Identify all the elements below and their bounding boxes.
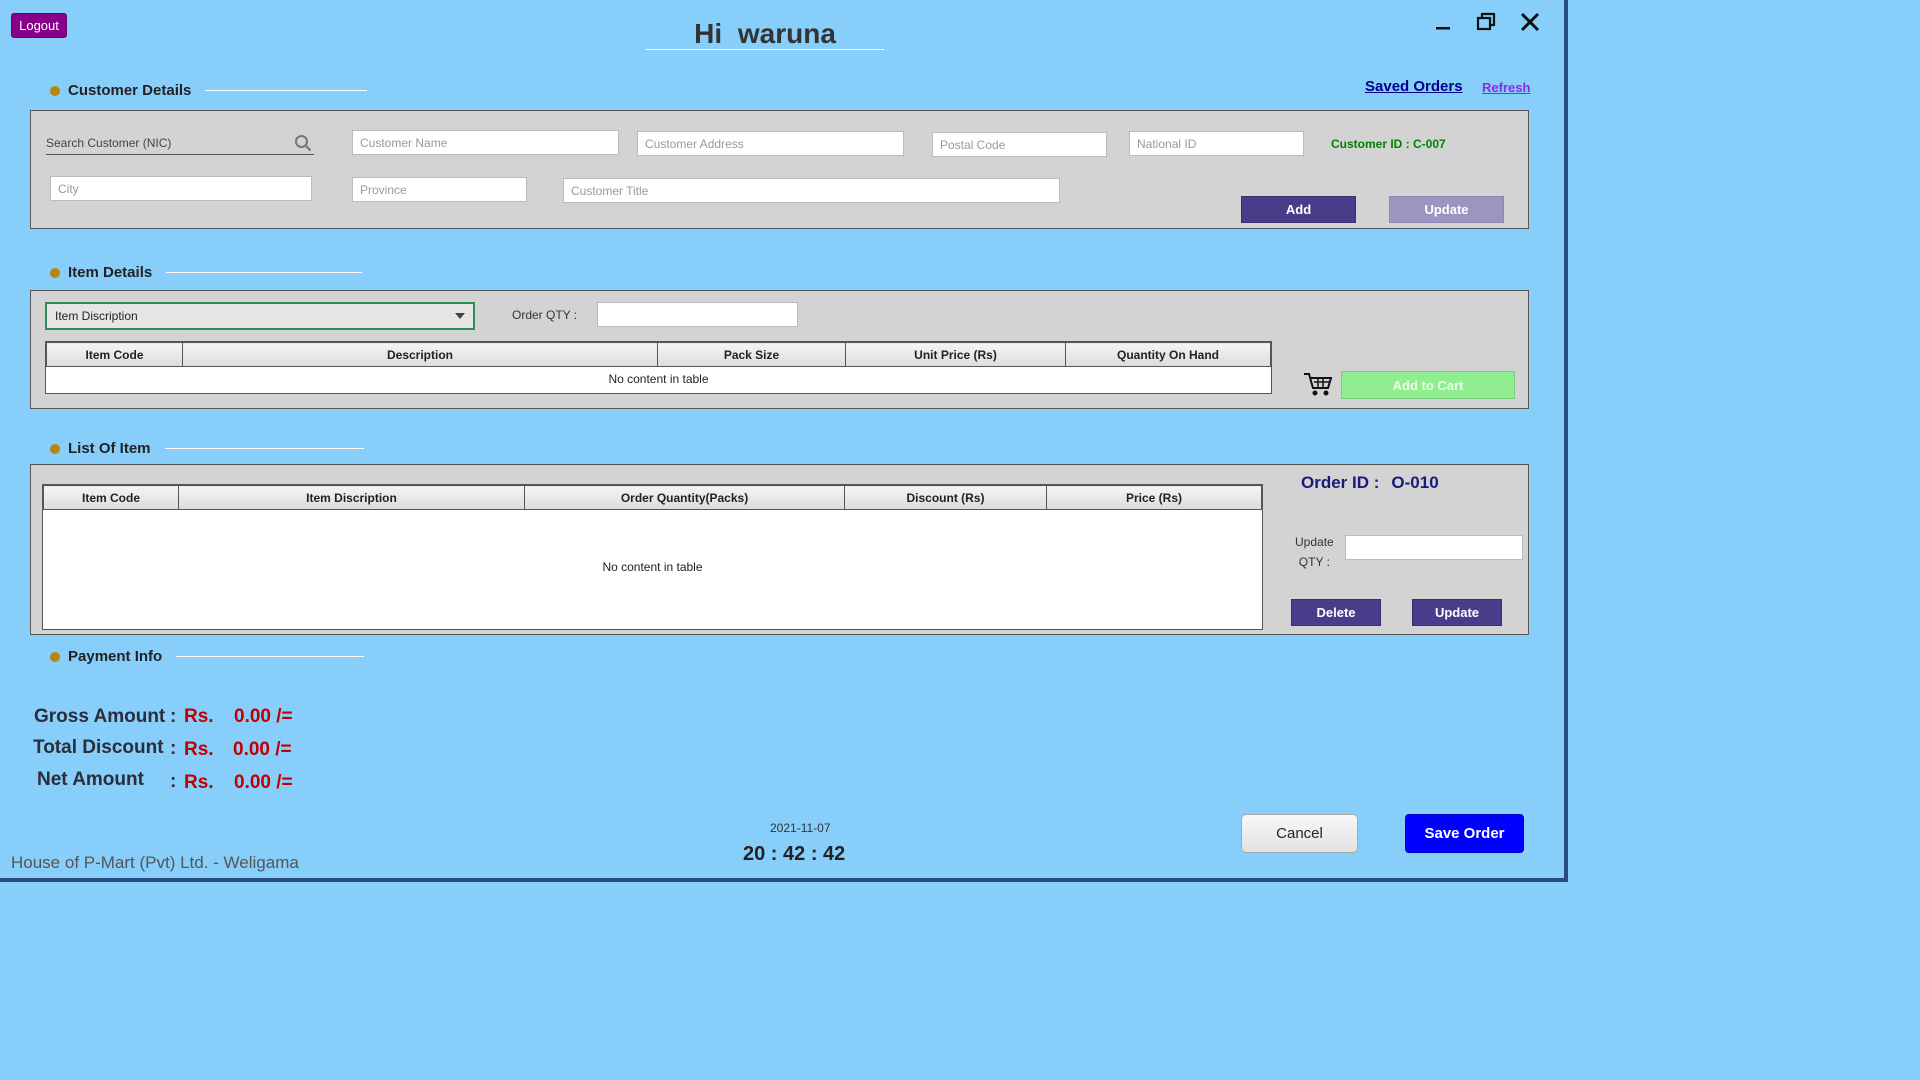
minimize-icon	[1436, 27, 1450, 30]
column-header[interactable]: Quantity On Hand	[1065, 342, 1271, 367]
item-details-heading: Item Details	[50, 264, 363, 281]
update-qty-label-line2: QTY :	[1298, 555, 1330, 569]
national-id-field[interactable]: National ID	[1129, 131, 1304, 156]
order-id-label: Order ID :	[1301, 473, 1380, 492]
window-right-border	[1564, 0, 1568, 882]
item-select-value: Item Discription	[55, 309, 138, 323]
company-name: House of P-Mart (Pvt) Ltd. - Weligama	[11, 853, 299, 872]
net-amount-value: 0.00 /=	[234, 772, 293, 793]
colon: :	[170, 738, 177, 759]
update-qty-label: Update QTY :	[1295, 532, 1334, 572]
column-header[interactable]: Item Code	[43, 485, 179, 510]
colon: :	[170, 706, 177, 727]
search-icon[interactable]	[294, 134, 312, 152]
current-date: 2021-11-07	[770, 821, 831, 835]
currency-label: Rs.	[184, 706, 214, 727]
order-id: Order ID : O-010	[1301, 473, 1439, 493]
search-customer-placeholder: Search Customer (NIC)	[46, 135, 172, 150]
order-items-table: Item Code Item Discription Order Quantit…	[42, 484, 1263, 630]
search-customer-field[interactable]: Search Customer (NIC)	[46, 131, 314, 155]
item-select[interactable]: Item Discription	[45, 302, 475, 330]
list-of-item-heading: List Of Item	[50, 440, 364, 457]
column-header[interactable]: Order Quantity(Packs)	[524, 485, 845, 510]
minimize-button[interactable]	[1429, 8, 1457, 36]
refresh-link[interactable]: Refresh	[1482, 80, 1530, 95]
customer-details-heading: Customer Details	[50, 82, 368, 99]
customer-title-field[interactable]: Customer Title	[563, 178, 1060, 203]
cancel-button[interactable]: Cancel	[1241, 814, 1358, 853]
saved-orders-link[interactable]: Saved Orders	[1365, 78, 1463, 95]
add-to-cart-button[interactable]: Add to Cart	[1341, 371, 1515, 399]
payment-info-heading: Payment Info	[50, 648, 365, 665]
close-icon	[1520, 12, 1540, 32]
gross-amount-value: 0.00 /=	[234, 706, 293, 727]
order-qty-label: Order QTY :	[512, 308, 578, 322]
city-field[interactable]: City	[50, 176, 312, 201]
restore-button[interactable]	[1472, 8, 1500, 36]
dropdown-arrow-icon	[455, 313, 465, 319]
bullet-dot	[50, 443, 60, 454]
column-header[interactable]: Unit Price (Rs)	[845, 342, 1066, 367]
column-header[interactable]: Item Discription	[178, 485, 525, 510]
customer-details-title: Customer Details	[68, 82, 192, 99]
restore-icon	[1476, 12, 1496, 31]
greeting: Hi waruna	[646, 18, 884, 50]
order-id-value: O-010	[1391, 473, 1439, 492]
bullet-dot	[50, 267, 60, 278]
update-item-button[interactable]: Update	[1412, 599, 1502, 626]
heading-underline	[176, 656, 365, 657]
bullet-dot	[50, 85, 60, 96]
logout-button[interactable]: Logout	[11, 13, 67, 38]
order-list-panel: Item Code Item Discription Order Quantit…	[30, 464, 1529, 635]
add-customer-button[interactable]: Add	[1241, 196, 1356, 223]
customer-id-label: Customer ID : C-007	[1331, 137, 1446, 151]
currency-label: Rs.	[184, 772, 214, 793]
heading-underline	[205, 90, 368, 91]
heading-underline	[164, 448, 364, 449]
item-panel: Item Discription Order QTY : Item Code D…	[30, 290, 1529, 409]
close-button[interactable]	[1516, 8, 1544, 36]
customer-name-field[interactable]: Customer Name	[352, 130, 619, 155]
save-order-button[interactable]: Save Order	[1405, 814, 1524, 853]
window-bottom-border	[0, 878, 1568, 882]
net-amount-label: Net Amount	[37, 769, 144, 790]
colon: :	[170, 771, 177, 792]
column-header[interactable]: Description	[182, 342, 658, 367]
update-customer-button[interactable]: Update	[1389, 196, 1504, 223]
bullet-dot	[50, 651, 60, 662]
update-qty-field[interactable]	[1345, 535, 1523, 560]
column-header[interactable]: Discount (Rs)	[844, 485, 1047, 510]
gross-amount-label: Gross Amount	[34, 706, 166, 727]
province-field[interactable]: Province	[352, 177, 527, 202]
column-header[interactable]: Item Code	[46, 342, 183, 367]
order-qty-field[interactable]	[597, 302, 798, 327]
update-qty-label-line1: Update	[1295, 535, 1334, 549]
cart-icon	[1304, 373, 1333, 396]
total-discount-value: 0.00 /=	[233, 739, 292, 760]
list-of-item-title: List Of Item	[68, 440, 151, 457]
empty-table-message: No content in table	[602, 560, 703, 574]
delete-item-button[interactable]: Delete	[1291, 599, 1381, 626]
column-header[interactable]: Price (Rs)	[1046, 485, 1262, 510]
item-table: Item Code Description Pack Size Unit Pri…	[45, 341, 1272, 394]
current-time: 20 : 42 : 42	[743, 843, 846, 865]
currency-label: Rs.	[184, 739, 214, 760]
heading-underline	[166, 272, 363, 273]
empty-table-message: No content in table	[608, 372, 709, 386]
item-details-title: Item Details	[68, 264, 153, 281]
customer-panel: Search Customer (NIC) Customer Name Cust…	[30, 110, 1529, 229]
total-discount-label: Total Discount	[33, 737, 164, 758]
payment-info-title: Payment Info	[68, 648, 163, 665]
customer-address-field[interactable]: Customer Address	[637, 131, 904, 156]
column-header[interactable]: Pack Size	[657, 342, 846, 367]
greeting-hi: Hi	[694, 18, 723, 49]
greeting-username: waruna	[737, 18, 836, 49]
postal-code-field[interactable]: Postal Code	[932, 132, 1107, 157]
